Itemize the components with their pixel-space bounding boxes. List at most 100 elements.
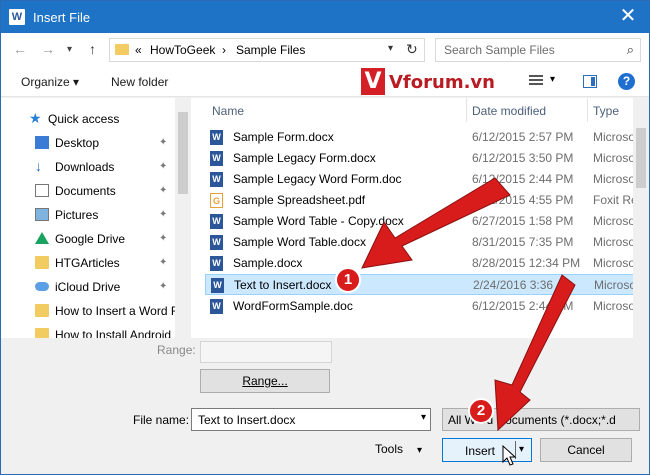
- column-header-name[interactable]: Name: [212, 104, 244, 118]
- file-type: Microso: [593, 172, 636, 186]
- split-divider: [515, 441, 516, 459]
- file-name: WordFormSample.doc: [233, 299, 353, 313]
- download-icon: ↓: [35, 158, 42, 174]
- file-name: Sample Word Table - Copy.docx: [233, 214, 404, 228]
- pictures-icon: [35, 208, 49, 221]
- nav-item-label: iCloud Drive: [55, 280, 121, 294]
- column-header-type[interactable]: Type: [593, 104, 619, 118]
- file-type: Microso: [594, 278, 637, 292]
- nav-scrollbar[interactable]: [175, 98, 191, 338]
- file-date: 6/12/2015 2:57 PM: [472, 130, 574, 144]
- new-folder-button[interactable]: New folder: [111, 75, 168, 89]
- word-document-icon: W: [210, 235, 223, 250]
- nav-item-label: Downloads: [55, 160, 115, 174]
- insert-button[interactable]: Insert ▾: [442, 438, 532, 462]
- table-row[interactable]: W Sample Legacy Word Form.doc 6/12/2015 …: [205, 169, 635, 190]
- table-row[interactable]: W WordFormSample.doc 6/12/2015 2:44 PM M…: [205, 296, 635, 317]
- pin-icon: ✦: [159, 233, 168, 244]
- vforum-watermark-text: Vforum.vn: [389, 72, 495, 93]
- file-type: Microso: [593, 130, 636, 144]
- file-type: Microso: [593, 151, 636, 165]
- search-box[interactable]: ⌕: [435, 38, 641, 62]
- nav-item-pictures[interactable]: Pictures ✦: [1, 203, 175, 227]
- file-date: 6/12/2015 2:44 PM: [472, 172, 574, 186]
- close-button[interactable]: ✕: [613, 5, 643, 29]
- tools-button[interactable]: Tools ▾: [375, 442, 422, 456]
- nav-item-label: How to Install Android: [55, 328, 172, 338]
- nav-item-how-to-install[interactable]: How to Install Android: [1, 323, 175, 338]
- pin-icon: ✦: [159, 185, 168, 196]
- table-row[interactable]: W Sample Form.docx 6/12/2015 2:57 PM Mic…: [205, 127, 635, 148]
- folder-icon: [35, 256, 49, 269]
- nav-item-documents[interactable]: Documents ✦: [1, 179, 175, 203]
- recent-locations-chevron-icon[interactable]: ▾: [67, 44, 72, 55]
- address-dropdown-chevron-icon[interactable]: ▾: [388, 43, 393, 54]
- nav-item-icloud-drive[interactable]: iCloud Drive ✦: [1, 275, 175, 299]
- chevron-down-icon[interactable]: ▾: [421, 412, 426, 423]
- nav-scrollbar-thumb[interactable]: [178, 112, 188, 194]
- file-list-scrollbar[interactable]: [633, 98, 649, 338]
- table-row[interactable]: W Sample Legacy Form.docx 6/12/2015 3:50…: [205, 148, 635, 169]
- table-row[interactable]: W Sample Word Table.docx 8/31/2015 7:35 …: [205, 232, 635, 253]
- command-toolbar: Organize ▾ New folder V Vforum.vn ▾ ?: [1, 67, 649, 97]
- pin-icon: ✦: [159, 257, 168, 268]
- view-options-icon[interactable]: [529, 75, 543, 87]
- file-list-scrollbar-thumb[interactable]: [636, 128, 646, 188]
- back-arrow-icon[interactable]: ←: [13, 41, 27, 57]
- file-type: Microso: [593, 214, 636, 228]
- preview-pane-icon[interactable]: [583, 75, 597, 88]
- file-name: Sample Legacy Form.docx: [233, 151, 376, 165]
- organize-button[interactable]: Organize ▾: [21, 75, 79, 89]
- table-row[interactable]: G Sample Spreadsheet.pdf 6/12/2015 4:55 …: [205, 190, 638, 211]
- column-divider[interactable]: [466, 98, 467, 122]
- insert-label: Insert: [465, 444, 496, 458]
- nav-item-downloads[interactable]: ↓ Downloads ✦: [1, 155, 175, 179]
- documents-icon: [35, 184, 49, 197]
- forward-arrow-icon[interactable]: →: [41, 41, 55, 57]
- file-name: Sample Form.docx: [233, 130, 334, 144]
- file-date: 6/12/2015 3:50 PM: [472, 151, 574, 165]
- search-icon[interactable]: ⌕: [627, 42, 634, 58]
- file-name-input[interactable]: [196, 412, 406, 428]
- breadcrumb-overflow[interactable]: «: [135, 43, 142, 57]
- nav-item-quick-access[interactable]: ★ Quick access: [1, 107, 175, 131]
- table-row-selected[interactable]: W Text to Insert.docx 2/24/2016 3:36 Mic…: [205, 274, 637, 295]
- table-row[interactable]: W Sample Word Table - Copy.docx 6/27/201…: [205, 211, 635, 232]
- folder-icon: [115, 44, 129, 55]
- column-divider[interactable]: [587, 98, 588, 122]
- file-date: 6/12/2015 4:55 PM: [472, 193, 574, 207]
- breadcrumb-separator[interactable]: ›: [222, 43, 226, 57]
- refresh-icon[interactable]: ↻: [406, 41, 418, 58]
- address-box[interactable]: « HowToGeek › Sample Files ▾ ↻: [109, 38, 425, 62]
- file-date: 8/31/2015 7:35 PM: [472, 235, 574, 249]
- word-document-icon: W: [210, 256, 223, 271]
- nav-item-htgarticles[interactable]: HTGArticles ✦: [1, 251, 175, 275]
- up-folder-icon[interactable]: ↑: [89, 41, 96, 57]
- google-drive-icon: [35, 232, 49, 244]
- file-name: Sample.docx: [233, 256, 303, 270]
- cancel-button[interactable]: Cancel: [540, 438, 632, 462]
- nav-item-google-drive[interactable]: Google Drive ✦: [1, 227, 175, 251]
- dialog-title: Insert File: [33, 10, 91, 25]
- insert-options-chevron-icon[interactable]: ▾: [519, 444, 524, 455]
- breadcrumb-howtogeek[interactable]: HowToGeek: [150, 43, 215, 57]
- file-name-combo[interactable]: ▾: [191, 408, 431, 431]
- insert-file-dialog: W Insert File ✕ ← → ▾ ↑ « HowToGeek › Sa…: [0, 0, 650, 475]
- file-name: Sample Spreadsheet.pdf: [233, 193, 366, 207]
- pin-icon: ✦: [159, 137, 168, 148]
- view-chevron-icon[interactable]: ▾: [550, 74, 555, 85]
- file-date: 8/28/2015 12:34 PM: [472, 256, 581, 270]
- nav-item-desktop[interactable]: Desktop ✦: [1, 131, 175, 155]
- nav-item-label: Google Drive: [55, 232, 126, 246]
- nav-item-how-to-insert[interactable]: How to Insert a Word F: [1, 299, 175, 323]
- column-header-date[interactable]: Date modified: [472, 104, 546, 118]
- help-icon[interactable]: ?: [618, 73, 635, 90]
- table-row[interactable]: W Sample.docx 8/28/2015 12:34 PM Microso: [205, 253, 635, 274]
- file-type: Foxit Re: [593, 193, 638, 207]
- range-input[interactable]: [200, 341, 332, 363]
- range-button[interactable]: Range...: [200, 369, 330, 393]
- file-date: 6/12/2015 2:44 PM: [472, 299, 574, 313]
- step-1-badge: 1: [335, 267, 361, 293]
- breadcrumb-sample-files[interactable]: Sample Files: [236, 43, 305, 57]
- search-input[interactable]: [442, 40, 612, 60]
